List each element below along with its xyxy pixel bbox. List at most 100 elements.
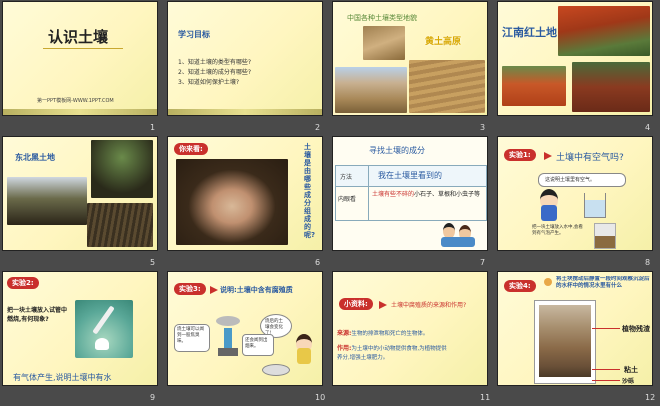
- speech-bubble-1: 烧土壤可以闻到一股焦臭味。: [174, 324, 210, 352]
- source-text: 生物的排泄物和死亡的生物体。: [351, 331, 429, 337]
- title-underline: [43, 48, 123, 49]
- use-text: 为土壤中的小动物提供食物,为植物提供养分,增强土壤肥力。: [337, 346, 447, 361]
- cartoon-boy: [538, 189, 560, 223]
- bottom-bar: [3, 109, 157, 115]
- slide-number-2: 2: [315, 123, 321, 132]
- slide-thumbnail-12[interactable]: 实验4: 将土块搅动后静置一段时间观察沉淀后的水杯中的情况水里有什么 植物残渣 …: [498, 272, 652, 385]
- slide-thumbnail-1[interactable]: 认识土壤 第一PPT模板网-WWW.1PPT.COM: [3, 2, 157, 115]
- bubble-text-1: 烧土壤可以闻到一股焦臭味。: [177, 327, 204, 344]
- slide-number-8: 8: [645, 258, 651, 267]
- slide-number-7: 7: [480, 258, 486, 267]
- objectives-list: 1、知道土壤的类型有哪些? 2、知道土壤的成分有哪些? 3、知道如何保护土壤?: [178, 58, 251, 88]
- arrow-icon: [210, 286, 218, 294]
- children-illustration: [439, 223, 479, 247]
- slide-number-4: 4: [645, 123, 651, 132]
- method-label: 方法: [340, 174, 353, 181]
- row-value-rest: 小石子、草根和小虫子等: [414, 191, 481, 198]
- question-text: 把一块土壤放入试管中燃烧,有何现象?: [7, 307, 68, 323]
- loess-photo-small: [363, 26, 405, 60]
- loess-photo-left: [335, 67, 407, 113]
- objective-item: 1、知道土壤的类型有哪些?: [178, 59, 252, 66]
- row-value: 土壤有些不碎的小石子、草根和小虫子等: [372, 190, 482, 200]
- loess-photo-right: [409, 60, 485, 113]
- bubble-text: 这说明土壤里有空气。: [545, 177, 596, 183]
- slide-thumbnail-8[interactable]: 实验1: 土壤中有空气吗? 这说明土壤里有空气。 把一块土壤放入水中,会看到有气…: [498, 137, 652, 250]
- layer-label-2: 粘土: [624, 366, 638, 374]
- source-label: 来源:: [337, 330, 352, 337]
- objective-item: 3、知道如何保护土壤?: [178, 79, 240, 86]
- layer-label-1: 植物残渣: [622, 325, 650, 333]
- slide-title: 寻找土壤的成分: [369, 146, 425, 155]
- slide-thumbnail-4[interactable]: 江南红土地: [498, 2, 652, 115]
- slide-thumbnail-3[interactable]: 中国各种土壤类型地貌 黄土高原: [333, 2, 487, 115]
- beaker-icon: [584, 193, 606, 218]
- slide-thumbnail-10[interactable]: 实验3: 说明:土壤中含有腐殖质 烧土壤可以闻到一股焦臭味。 烧后的土壤会变化了…: [168, 272, 322, 385]
- red-soil-photo-right: [572, 62, 650, 112]
- slide-number-11: 11: [480, 393, 491, 402]
- slide-number-12: 12: [645, 393, 656, 402]
- pointer-line-1: [592, 328, 620, 329]
- slide-title: 东北黑土地: [15, 153, 55, 162]
- use-row: 作用:为土壤中的小动物提供食物,为植物提供养分,增强土壤肥力。: [337, 344, 447, 363]
- slide-title: 学习目标: [178, 30, 210, 39]
- bottom-bar: [168, 109, 322, 115]
- slide-title: 江南红土地: [502, 26, 557, 39]
- slide-title: 土壤中有空气吗?: [556, 153, 624, 163]
- use-label: 作用:: [337, 345, 352, 352]
- experiment-badge: 实验3:: [174, 283, 206, 295]
- slide-thumbnail-11[interactable]: 小资料: 土壤中腐殖质的来源和作用? 来源:生物的排泄物和死亡的生物体。 作用:…: [333, 272, 487, 385]
- bubble-text-3: 还会闻到出烟来。: [245, 338, 268, 349]
- slide-number-10: 10: [315, 393, 326, 402]
- slide-thumbnail-2[interactable]: 学习目标 1、知道土壤的类型有哪些? 2、知道土壤的成分有哪些? 3、知道如何保…: [168, 2, 322, 115]
- slide-footer: 第一PPT模板网-WWW.1PPT.COM: [37, 98, 114, 104]
- experiment-badge: 实验2:: [7, 277, 39, 289]
- component-table: 方法 我在土壤里看到的 内眼看 土壤有些不碎的小石子、草根和小虫子等: [335, 165, 487, 221]
- arrow-icon: [379, 301, 387, 309]
- photo-label: 黄土高原: [425, 37, 462, 47]
- sediment-beaker-photo: [534, 300, 596, 384]
- speech-bubble: 这说明土壤里有空气。: [538, 173, 626, 187]
- table-divider: [368, 166, 369, 220]
- objective-item: 2、知道土壤的成分有哪些?: [178, 69, 252, 76]
- pointer-line-3: [592, 380, 620, 381]
- speech-bubble-3: 还会闻到出烟来。: [242, 334, 274, 356]
- dish-icon: [262, 364, 290, 376]
- vertical-question: 土壤是由哪些成分组成的呢?: [304, 143, 316, 239]
- slide-thumbnail-5[interactable]: 东北黑土地: [3, 137, 157, 250]
- cartoon-girl: [294, 334, 314, 368]
- pointer-line-2: [592, 369, 620, 370]
- burner-illustration: [214, 312, 242, 358]
- slide-title: 将土块搅动后静置一段时间观察沉淀后的水杯中的情况水里有什么: [556, 276, 650, 289]
- test-tube-photo: [75, 300, 133, 358]
- section-badge: 你来看:: [174, 143, 208, 155]
- slide-number-1: 1: [150, 123, 156, 132]
- jar-photo: [594, 223, 616, 249]
- experiment-badge: 实验1:: [504, 149, 536, 161]
- slide-title: 认识土壤: [48, 28, 109, 46]
- experiment-badge: 实验4:: [504, 280, 536, 292]
- source-row: 来源:生物的排泄物和死亡的生物体。: [337, 320, 483, 339]
- answer-text: 有气体产生,说明土壤中有水: [13, 373, 112, 382]
- slide-number-5: 5: [150, 258, 156, 267]
- slide-number-3: 3: [480, 123, 486, 132]
- red-soil-photo-left: [502, 66, 566, 106]
- table-header-row: 方法 我在土壤里看到的: [336, 166, 486, 187]
- slide-thumbnail-9[interactable]: 实验2: 把一块土壤放入试管中燃烧,有何现象? 有气体产生,说明土壤中有水: [3, 272, 157, 385]
- row-label: 内眼看: [338, 196, 357, 203]
- layer-label-3: 沙砾: [622, 378, 635, 385]
- row-value-red: 土壤有些不碎的: [372, 191, 415, 198]
- red-soil-photo-top: [558, 6, 650, 56]
- arrow-icon: [544, 152, 552, 160]
- black-soil-photo-left: [7, 177, 87, 225]
- slide-number-9: 9: [150, 393, 156, 402]
- info-badge: 小资料:: [339, 298, 373, 310]
- slide-title: 说明:土壤中含有腐殖质: [220, 286, 293, 294]
- black-soil-photo-right: [87, 203, 153, 247]
- slide-number-6: 6: [315, 258, 321, 267]
- black-soil-photo-top: [91, 140, 153, 198]
- hands-soil-photo: [176, 159, 288, 245]
- slide-thumbnail-7[interactable]: 寻找土壤的成分 方法 我在土壤里看到的 内眼看 土壤有些不碎的小石子、草根和小虫…: [333, 137, 487, 250]
- method-value: 我在土壤里看到的: [378, 171, 442, 180]
- slide-thumbnail-6[interactable]: 你来看: 土壤是由哪些成分组成的呢?: [168, 137, 322, 250]
- slide-title: 中国各种土壤类型地貌: [347, 14, 417, 22]
